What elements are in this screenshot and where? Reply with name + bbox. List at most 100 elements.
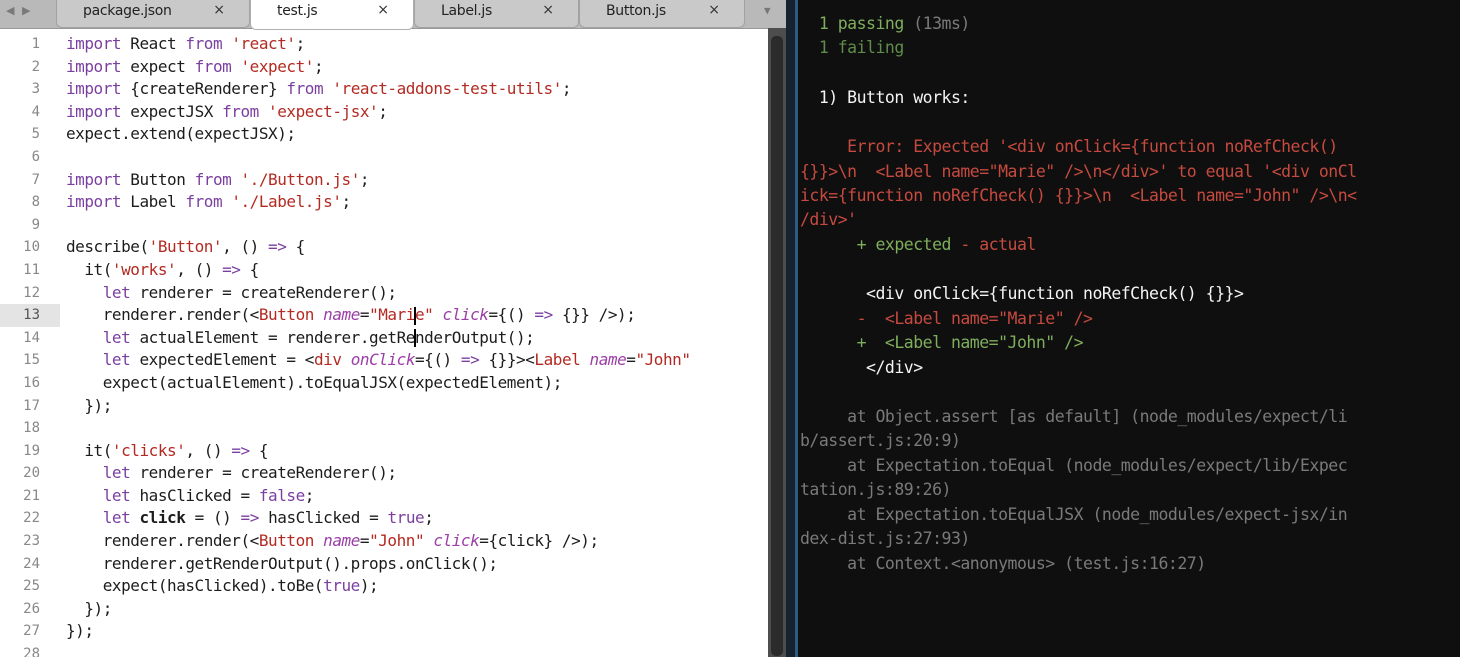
terminal-line: dex-dist.js:27:93) xyxy=(800,527,970,551)
close-icon[interactable]: × xyxy=(377,2,389,18)
code-token: div xyxy=(313,350,342,370)
code-line[interactable]: }); xyxy=(66,598,768,621)
code-token: let xyxy=(102,282,131,302)
code-token: renderer.getRenderOutput().props.onClick… xyxy=(66,553,498,573)
terminal-line: at Context.<anonymous> (test.js:16:27) xyxy=(800,552,1206,576)
code-line[interactable]: let renderer = createRenderer(); xyxy=(66,462,768,485)
code-token: 'clicks' xyxy=(111,440,186,460)
code-token: click xyxy=(433,531,480,551)
code-token: expect.extend(expectJSX); xyxy=(66,124,296,144)
terminal-output[interactable]: 1 passing (13ms) 1 failing 1) Button wor… xyxy=(798,0,1460,657)
terminal-text: b/assert.js:20:9) xyxy=(800,431,961,450)
code-line[interactable]: let renderer = createRenderer(); xyxy=(66,282,768,305)
terminal-text: - actual xyxy=(960,235,1036,254)
code-token: name xyxy=(323,305,360,325)
terminal-line: 1) Button works: xyxy=(800,86,970,110)
tab-test-js[interactable]: test.js × xyxy=(250,0,414,30)
code-token: 'react-addons-test-utils' xyxy=(332,79,562,99)
code-line[interactable]: let expectedElement = <div onClick={() =… xyxy=(66,349,768,372)
code-token: onClick xyxy=(350,350,416,370)
code-line[interactable]: it('clicks', () => { xyxy=(66,440,768,463)
tab-package-json[interactable]: package.json × xyxy=(56,0,250,28)
code-line[interactable]: let actualElement = renderer.getRenderOu… xyxy=(66,327,768,350)
line-number: 4 xyxy=(31,103,40,120)
terminal-text: {}}>\n <Label name="Marie" />\n</div>' t… xyxy=(800,162,1357,181)
terminal-text: at Context.<anonymous> (test.js:16:27) xyxy=(800,554,1206,573)
code-token: hasClicked = xyxy=(130,485,259,505)
line-number: 19 xyxy=(23,442,40,459)
code-line[interactable]: expect.extend(expectJSX); xyxy=(66,123,768,146)
terminal-text: + <Label name="John" /> xyxy=(800,333,1084,352)
code-line[interactable]: describe('Button', () => { xyxy=(66,236,768,259)
code-token: false xyxy=(258,485,305,505)
code-token: actualElement = renderer.getRe xyxy=(130,327,415,347)
code-line[interactable]: import {createRenderer} from 'react-addo… xyxy=(66,78,768,101)
tab-bar: ◀ ▶ package.json × test.js × Label.js × … xyxy=(0,0,790,30)
terminal-line: 1 failing xyxy=(800,36,904,60)
code-line[interactable]: }); xyxy=(66,395,768,418)
code-line[interactable]: import expect from 'expect'; xyxy=(66,56,768,79)
terminal-text: (13ms) xyxy=(913,14,970,33)
code-line[interactable]: }); xyxy=(66,620,768,643)
code-token: let xyxy=(102,463,131,483)
code-token: "John" xyxy=(635,350,691,370)
code-editor[interactable]: 1 2 3 4 5 6 7 8 9 10 11 12 13 14 15 16 17 18 19 20 21 22 23 24 2… xyxy=(0,0,768,657)
code-line[interactable]: import Label from './Label.js'; xyxy=(66,191,768,214)
code-token: Button xyxy=(258,305,315,325)
tab-label: Button.js xyxy=(606,3,666,19)
code-line[interactable] xyxy=(66,643,768,657)
code-token: ; xyxy=(304,485,315,505)
code-token: , () xyxy=(185,440,232,460)
editor-scrollbar[interactable] xyxy=(768,28,786,657)
pane-divider[interactable] xyxy=(786,0,798,657)
line-number: 8 xyxy=(31,194,40,211)
terminal-line: + expected - actual xyxy=(800,233,1037,257)
tab-button-js[interactable]: Button.js × xyxy=(579,0,745,28)
code-token: from xyxy=(185,192,223,212)
tab-label-js[interactable]: Label.js × xyxy=(414,0,579,28)
code-line[interactable]: it('works', () => { xyxy=(66,259,768,282)
close-icon[interactable]: × xyxy=(542,2,554,18)
terminal-line: <div onClick={function noRefCheck() {}}> xyxy=(800,282,1244,306)
code-line[interactable]: import Button from './Button.js'; xyxy=(66,169,768,192)
code-line[interactable]: let hasClicked = false; xyxy=(66,485,768,508)
code-line[interactable] xyxy=(66,417,768,440)
code-line[interactable]: import expectJSX from 'expect-jsx'; xyxy=(66,101,768,124)
code-line[interactable]: renderer.render(<Button name="John" clic… xyxy=(66,530,768,553)
close-icon[interactable]: × xyxy=(213,2,225,18)
code-line[interactable]: expect(hasClicked).toBe(true); xyxy=(66,575,768,598)
code-token: import xyxy=(66,34,122,53)
scrollbar-thumb[interactable] xyxy=(771,36,783,656)
code-line[interactable] xyxy=(66,146,768,169)
tab-menu-icon[interactable]: ▼ xyxy=(764,4,771,17)
code-token: }); xyxy=(66,621,94,641)
code-area[interactable]: import React from 'react'; import expect … xyxy=(66,33,768,657)
code-line[interactable]: let click = () => hasClicked = true; xyxy=(66,507,768,530)
code-line[interactable]: renderer.getRenderOutput().props.onClick… xyxy=(66,553,768,576)
line-number: 18 xyxy=(23,420,40,437)
line-number: 6 xyxy=(31,148,40,165)
code-token: name xyxy=(589,350,627,370)
terminal-line: b/assert.js:20:9) xyxy=(800,429,961,453)
terminal-text: /div>' xyxy=(800,210,857,229)
tab-scroll-right-icon[interactable]: ▶ xyxy=(22,4,30,17)
code-line[interactable]: renderer.render(<Button name="Marie" cli… xyxy=(66,304,768,327)
code-line[interactable] xyxy=(66,214,768,237)
code-token: 'expect-jsx' xyxy=(268,101,379,121)
code-token: ; xyxy=(561,79,572,99)
code-token: 'Button' xyxy=(148,237,223,257)
line-number: 13 xyxy=(0,304,60,327)
code-token: let xyxy=(102,485,131,505)
close-icon[interactable]: × xyxy=(708,2,720,18)
code-token: Label xyxy=(121,192,186,212)
code-token: true xyxy=(323,576,360,596)
code-line[interactable]: expect(actualElement).toEqualJSX(expecte… xyxy=(66,372,768,395)
tab-scroll-left-icon[interactable]: ◀ xyxy=(6,4,14,17)
code-line[interactable]: import React from 'react'; xyxy=(66,33,768,56)
